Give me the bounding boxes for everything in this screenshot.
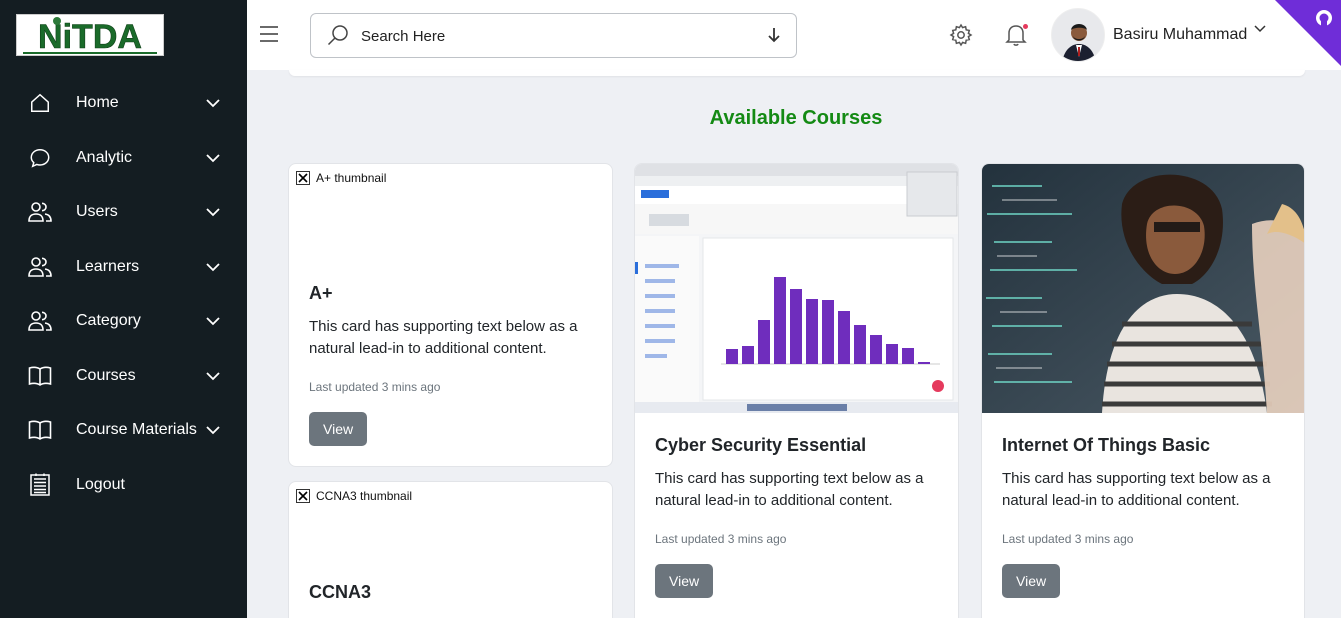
sidebar-item-label: Learners — [76, 257, 140, 275]
notification-bell[interactable] — [1004, 22, 1028, 53]
chevron-down-icon — [206, 208, 220, 217]
chevron-down-icon — [206, 263, 220, 272]
sidebar-item-analytic[interactable]: Analytic — [0, 131, 247, 186]
sidebar-item-home[interactable]: Home — [0, 76, 247, 131]
sidebar-item-label: Analytic — [76, 148, 133, 166]
sidebar: NiTDA Home Analytic Users Learners Categ… — [0, 0, 247, 618]
github-icon — [1316, 10, 1332, 26]
course-card: Cyber Security Essential This card has s… — [634, 163, 959, 618]
search-bar — [310, 13, 797, 58]
broken-image-icon — [296, 489, 310, 503]
nitda-logo[interactable]: NiTDA — [16, 14, 164, 56]
sidebar-item-logout[interactable]: Logout — [0, 458, 247, 513]
chevron-down-icon — [206, 372, 220, 381]
document-list-icon — [28, 473, 52, 497]
sidebar-item-label: Users — [76, 203, 118, 221]
section-title: Available Courses — [709, 107, 883, 129]
course-title: Internet Of Things Basic — [1002, 435, 1211, 455]
chat-bubble-icon — [28, 146, 52, 170]
sidebar-nav: Home Analytic Users Learners Category Co… — [0, 76, 247, 512]
course-thumbnail: CCNA3 thumbnail — [296, 489, 412, 503]
svg-text:NiTDA: NiTDA — [38, 18, 142, 55]
sidebar-item-course-materials[interactable]: Course Materials — [0, 403, 247, 458]
broken-image-icon — [296, 171, 310, 185]
users-icon — [28, 255, 52, 279]
last-updated: Last updated 3 mins ago — [1002, 532, 1134, 546]
notification-dot — [1023, 24, 1028, 29]
chevron-down-icon — [206, 317, 220, 326]
course-title: CCNA3 — [309, 582, 372, 602]
thumbnail-alt-text: CCNA3 thumbnail — [316, 489, 413, 503]
course-title: Cyber Security Essential — [655, 435, 867, 455]
book-icon — [28, 418, 52, 442]
chevron-down-icon — [206, 426, 220, 435]
gear-icon[interactable] — [949, 23, 973, 47]
course-card: A+ thumbnail A+ This card has supporting… — [288, 163, 613, 467]
last-updated: Last updated 3 mins ago — [309, 380, 441, 394]
hamburger-menu-icon[interactable] — [259, 24, 279, 44]
chevron-down-icon — [206, 99, 220, 108]
thumbnail-alt-text: A+ thumbnail — [316, 171, 387, 185]
course-description: This card has supporting text below as a… — [655, 470, 924, 509]
github-corner[interactable] — [1275, 0, 1341, 66]
sidebar-item-learners[interactable]: Learners — [0, 240, 247, 295]
users-icon — [28, 200, 52, 224]
book-icon — [28, 364, 52, 388]
search-input[interactable] — [361, 24, 741, 48]
view-button[interactable]: View — [655, 564, 714, 598]
course-description: This card has supporting text below as a… — [1002, 470, 1271, 509]
sidebar-item-users[interactable]: Users — [0, 185, 247, 240]
course-card: CCNA3 thumbnail CCNA3 — [288, 481, 613, 618]
chevron-down-icon — [206, 154, 220, 163]
arrow-down-icon[interactable] — [767, 27, 781, 43]
course-description: This card has supporting text below as a… — [309, 318, 578, 357]
sidebar-item-courses[interactable]: Courses — [0, 349, 247, 404]
sidebar-item-label: Home — [76, 94, 119, 112]
sidebar-item-category[interactable]: Category — [0, 294, 247, 349]
view-button[interactable]: View — [1002, 564, 1061, 598]
sidebar-item-label: Courses — [76, 366, 136, 384]
sidebar-item-label: Category — [76, 312, 141, 330]
view-button[interactable]: View — [309, 412, 368, 446]
user-name[interactable]: Basiru Muhammad — [1113, 26, 1247, 44]
avatar[interactable] — [1051, 8, 1105, 62]
course-image — [635, 164, 958, 413]
course-thumbnail: A+ thumbnail — [296, 171, 386, 185]
content-strip — [289, 70, 1305, 76]
chevron-down-icon[interactable] — [1254, 24, 1266, 34]
top-bar: Basiru Muhammad — [247, 0, 1341, 70]
search-icon[interactable] — [327, 24, 349, 46]
last-updated: Last updated 3 mins ago — [655, 532, 787, 546]
course-title: A+ — [309, 283, 333, 303]
home-icon — [28, 91, 52, 115]
sidebar-item-label: Course Materials — [76, 421, 197, 439]
users-icon — [28, 309, 52, 333]
sidebar-item-label: Logout — [76, 475, 125, 493]
course-image — [982, 164, 1304, 413]
course-card: Internet Of Things Basic This card has s… — [981, 163, 1305, 618]
